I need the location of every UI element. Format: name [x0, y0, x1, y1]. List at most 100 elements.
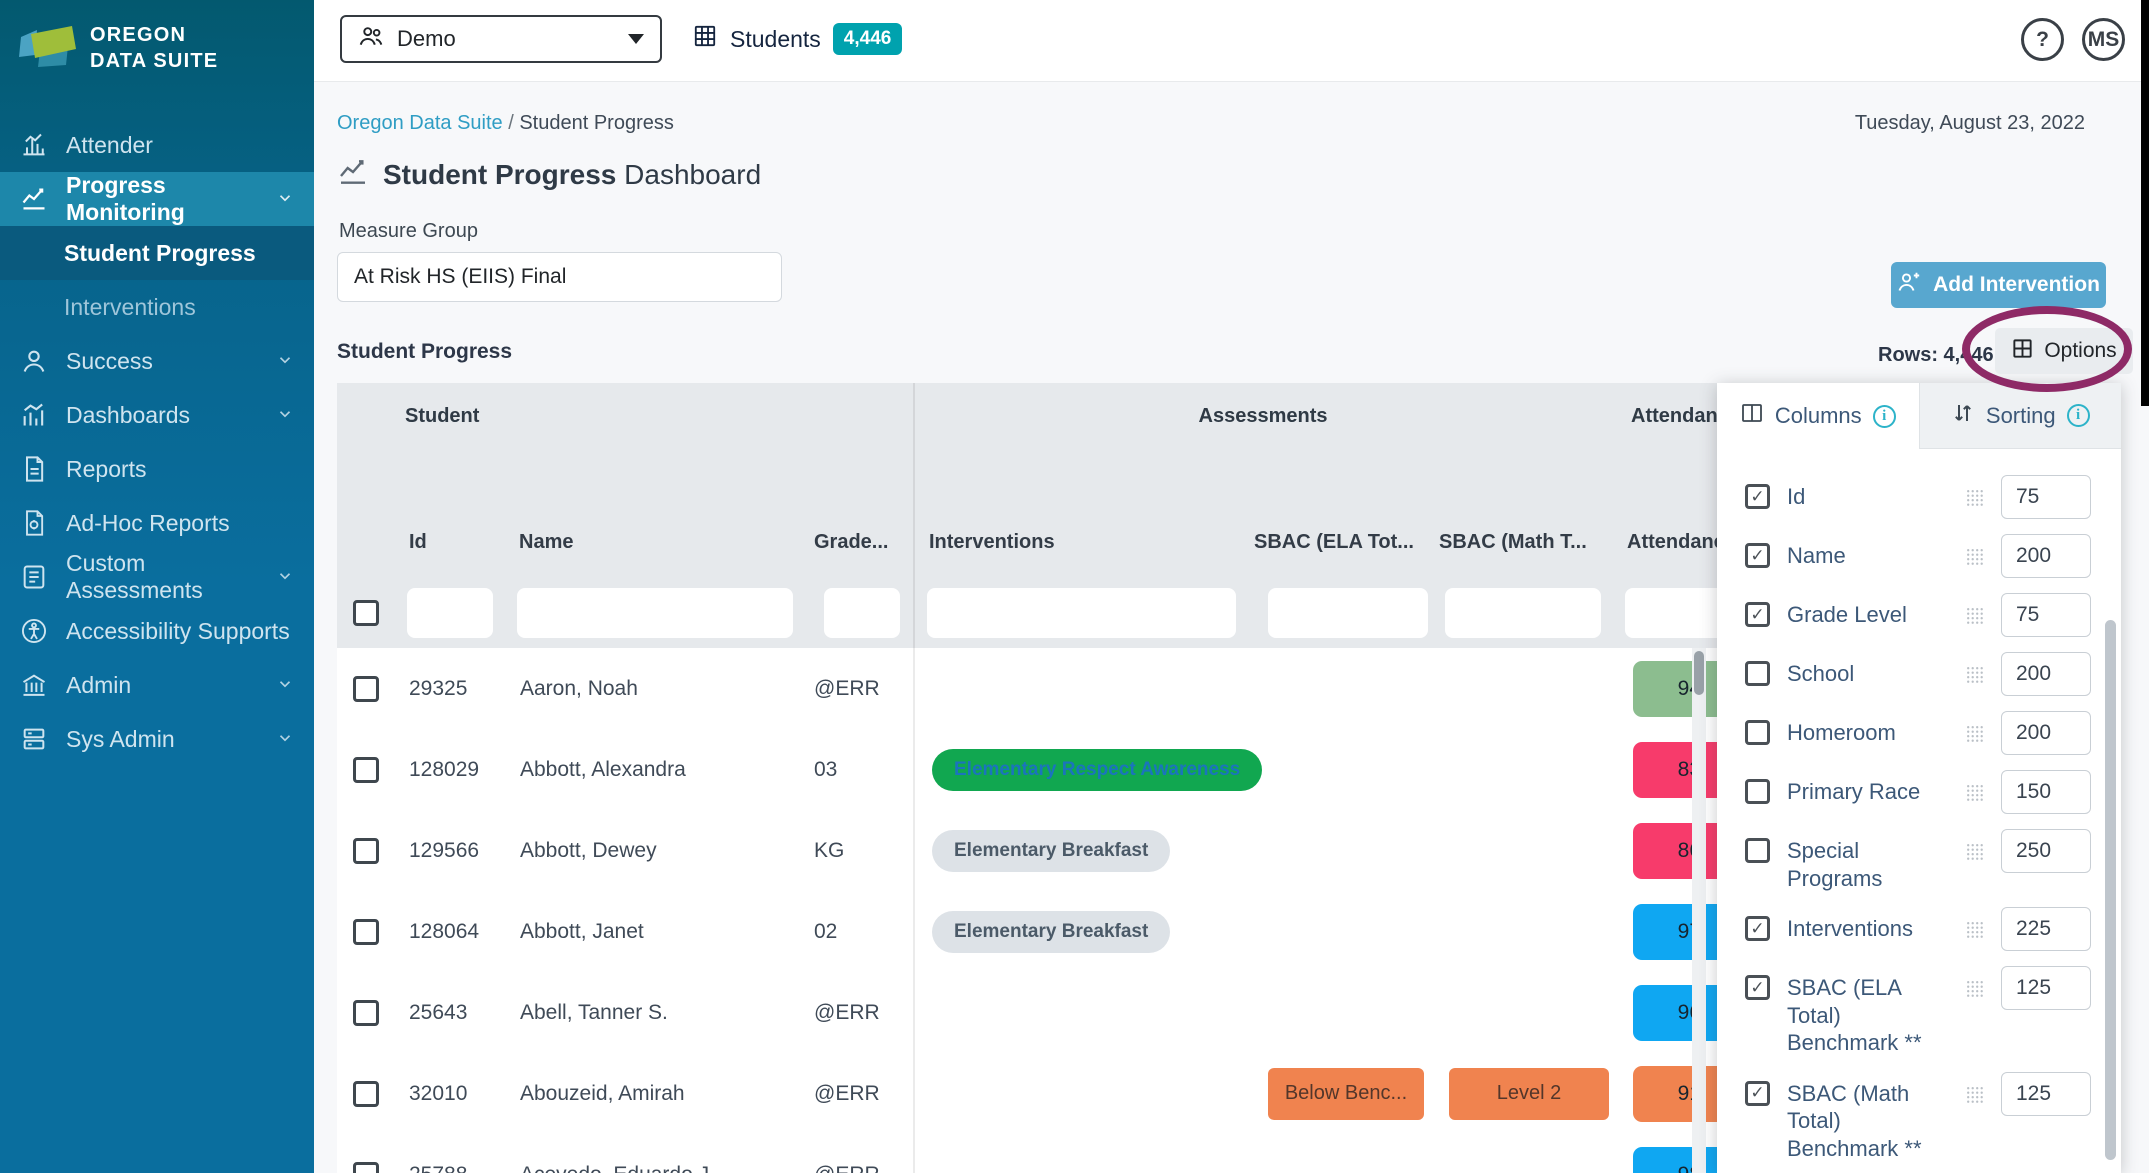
column-checkbox[interactable]: ✓ [1745, 1081, 1770, 1106]
column-checkbox[interactable] [1745, 720, 1770, 745]
drag-handle-icon[interactable] [1966, 725, 1984, 748]
intervention-pill[interactable]: Elementary Respect Awareness [932, 749, 1262, 791]
column-header-name[interactable]: Name [505, 531, 805, 554]
row-checkbox[interactable] [353, 838, 379, 864]
column-checkbox[interactable] [1745, 661, 1770, 686]
intervention-pill[interactable]: Elementary Breakfast [932, 830, 1170, 872]
help-button[interactable]: ? [2021, 18, 2064, 61]
column-checkbox[interactable]: ✓ [1745, 916, 1770, 941]
column-width-input[interactable] [2001, 475, 2091, 519]
filter-input-sbac-ela[interactable] [1268, 588, 1428, 638]
row-checkbox[interactable] [353, 757, 379, 783]
filter-input-name[interactable] [517, 588, 793, 638]
line-chart-icon [337, 156, 369, 193]
sidebar-item-label: Ad-Hoc Reports [66, 510, 230, 537]
row-checkbox[interactable] [353, 1081, 379, 1107]
sidebar-item-student-progress[interactable]: Student Progress [0, 226, 314, 280]
column-checkbox[interactable] [1745, 838, 1770, 863]
sidebar-item-accessibility-supports[interactable]: Accessibility Supports [0, 604, 314, 658]
column-width-input[interactable] [2001, 652, 2091, 696]
filter-input-grade[interactable] [824, 588, 900, 638]
column-width-input[interactable] [2001, 966, 2091, 1010]
row-checkbox[interactable] [353, 919, 379, 945]
column-width-input[interactable] [2001, 593, 2091, 637]
options-button[interactable]: Options [1995, 328, 2133, 374]
filter-row [337, 588, 1793, 638]
column-width-input[interactable] [2001, 1072, 2091, 1116]
sbac-math-badge[interactable]: Level 2 [1449, 1068, 1609, 1120]
cell-name: Abbott, Dewey [505, 810, 805, 891]
sidebar-item-progress-monitoring[interactable]: Progress Monitoring [0, 172, 314, 226]
info-icon[interactable]: i [2067, 404, 2090, 427]
filter-input-sbac-math[interactable] [1445, 588, 1601, 638]
sidebar-item-attender[interactable]: Attender [0, 118, 314, 172]
column-width-input[interactable] [2001, 829, 2091, 873]
info-icon[interactable]: i [1873, 405, 1896, 428]
column-checkbox[interactable]: ✓ [1745, 484, 1770, 509]
row-checkbox[interactable] [353, 1162, 379, 1173]
drag-handle-icon[interactable] [1966, 489, 1984, 512]
select-all-checkbox[interactable] [353, 600, 379, 626]
sidebar-item-dashboards[interactable]: Dashboards [0, 388, 314, 442]
column-width-input[interactable] [2001, 907, 2091, 951]
column-checkbox[interactable] [1745, 779, 1770, 804]
intervention-pill[interactable]: Elementary Breakfast [932, 911, 1170, 953]
students-label: Students [730, 26, 821, 53]
drag-handle-icon[interactable] [1966, 980, 1984, 1003]
students-tab[interactable]: Students 4,446 [692, 15, 902, 63]
sidebar-item-label: Admin [66, 672, 131, 699]
cell-interventions: Elementary Breakfast [915, 891, 1248, 972]
drag-handle-icon[interactable] [1966, 843, 1984, 866]
cell-name: Abbott, Alexandra [505, 729, 805, 810]
drag-handle-icon[interactable] [1966, 1086, 1984, 1109]
options-panel-scrollbar-thumb[interactable] [2105, 620, 2116, 1160]
sort-arrows-icon [1951, 401, 1975, 431]
drag-handle-icon[interactable] [1966, 607, 1984, 630]
sidebar-item-reports[interactable]: Reports [0, 442, 314, 496]
context-select-value: Demo [397, 26, 456, 52]
column-checkbox[interactable]: ✓ [1745, 602, 1770, 627]
column-header-interventions[interactable]: Interventions [915, 531, 1248, 554]
grid-scrollbar-thumb[interactable] [1694, 651, 1704, 695]
drag-handle-icon[interactable] [1966, 666, 1984, 689]
filter-input-id[interactable] [407, 588, 493, 638]
drag-handle-icon[interactable] [1966, 784, 1984, 807]
cell-sbac-math [1433, 1134, 1613, 1173]
sbac-ela-badge[interactable]: Below Benc... [1268, 1068, 1424, 1120]
sidebar-item-interventions[interactable]: Interventions [0, 280, 314, 334]
table-row: 25788Acevedo, Eduardo J.@ERR98 [337, 1134, 1793, 1173]
cell-grade: @ERR [805, 972, 915, 1053]
column-header-id[interactable]: Id [395, 531, 505, 554]
avatar[interactable]: MS [2082, 18, 2125, 61]
sidebar-item-success[interactable]: Success [0, 334, 314, 388]
add-intervention-button[interactable]: Add Intervention [1891, 262, 2106, 308]
measure-group-input[interactable] [337, 252, 782, 302]
drag-handle-icon[interactable] [1966, 921, 1984, 944]
tab-sorting[interactable]: Sorting i [1919, 383, 2122, 449]
breadcrumb-current: Student Progress [519, 112, 674, 134]
sidebar-item-custom-assessments[interactable]: Custom Assessments [0, 550, 314, 604]
column-header-grade[interactable]: Grade... [805, 531, 915, 554]
tab-columns[interactable]: Columns i [1717, 383, 1919, 449]
file-adhoc-icon [20, 509, 48, 537]
column-width-input[interactable] [2001, 770, 2091, 814]
row-checkbox[interactable] [353, 1000, 379, 1026]
column-checkbox[interactable]: ✓ [1745, 543, 1770, 568]
sidebar-item-admin[interactable]: Admin [0, 658, 314, 712]
column-checkbox[interactable]: ✓ [1745, 975, 1770, 1000]
breadcrumb-root-link[interactable]: Oregon Data Suite [337, 112, 503, 134]
app-logo[interactable]: OREGON DATA SUITE [0, 0, 314, 90]
column-width-input[interactable] [2001, 534, 2091, 578]
column-header-sbac-ela[interactable]: SBAC (ELA Tot... [1248, 531, 1433, 554]
cell-interventions [915, 972, 1248, 1053]
column-header-sbac-math[interactable]: SBAC (Math T... [1433, 531, 1613, 554]
sidebar-item-sys-admin[interactable]: Sys Admin [0, 712, 314, 766]
column-width-input[interactable] [2001, 711, 2091, 755]
grid-scrollbar[interactable] [1692, 648, 1706, 1173]
context-select[interactable]: Demo [340, 15, 662, 63]
table-grid-icon [2011, 337, 2034, 366]
row-checkbox[interactable] [353, 676, 379, 702]
drag-handle-icon[interactable] [1966, 548, 1984, 571]
sidebar-item-ad-hoc-reports[interactable]: Ad-Hoc Reports [0, 496, 314, 550]
filter-input-interventions[interactable] [927, 588, 1236, 638]
